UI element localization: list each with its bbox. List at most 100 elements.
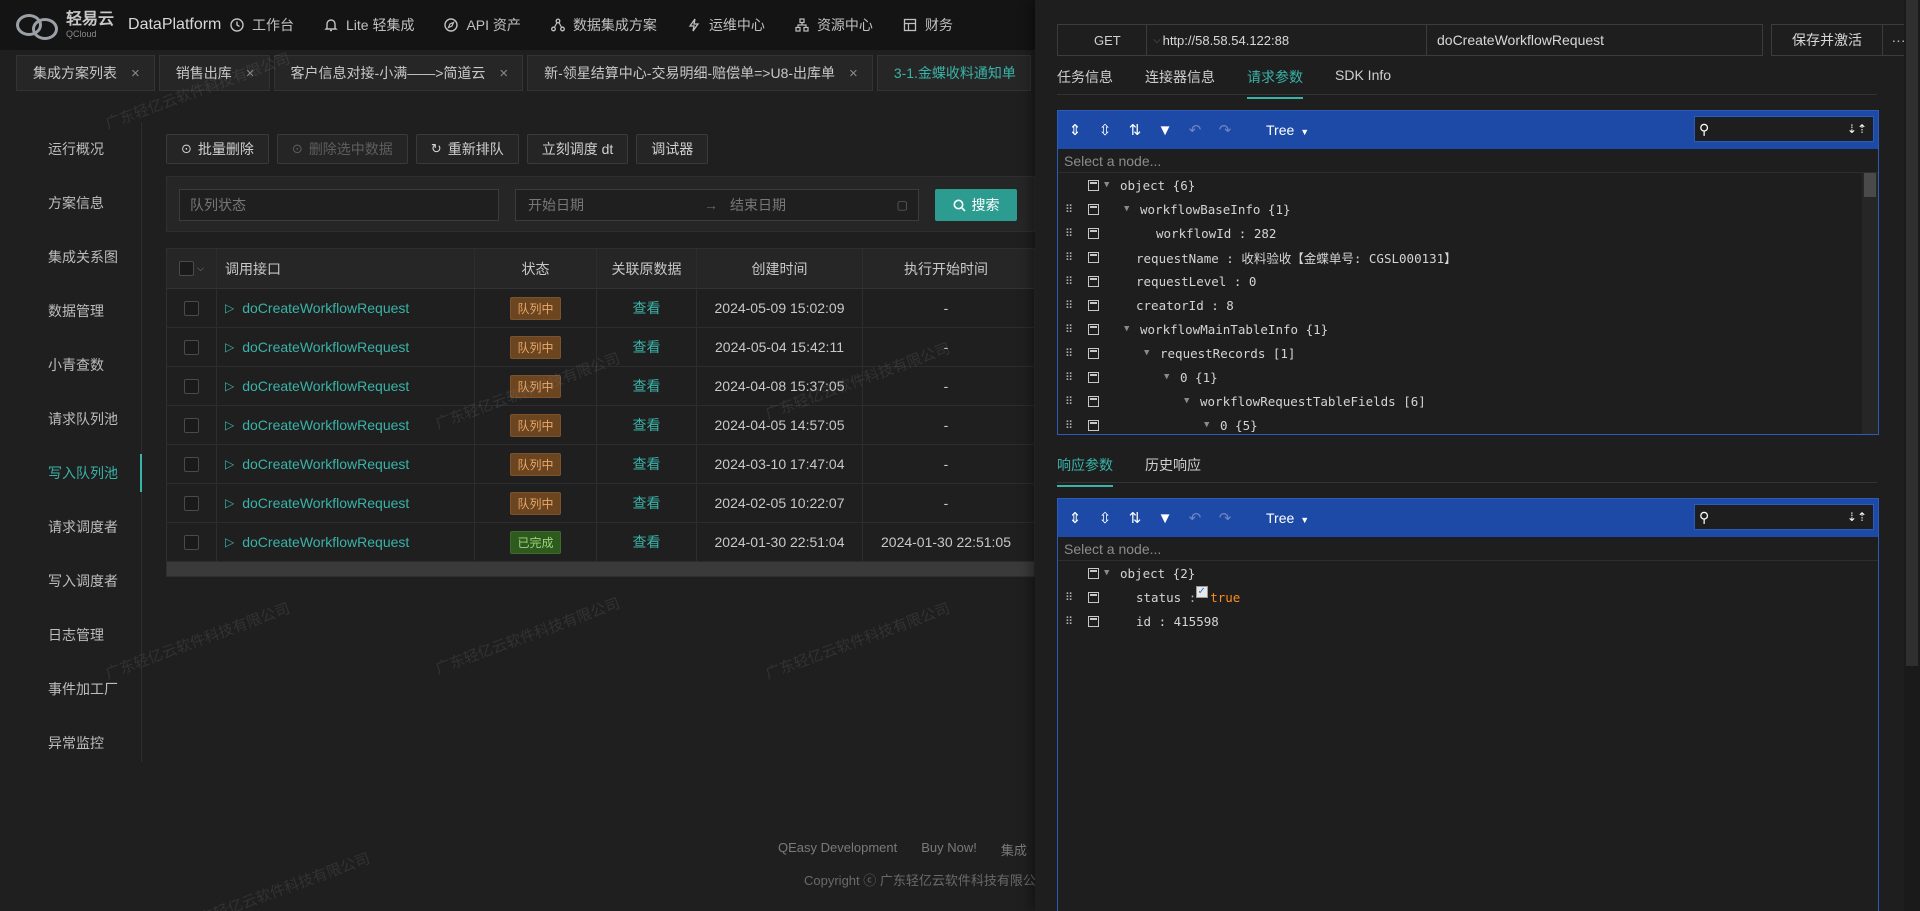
checkbox[interactable]: [179, 261, 195, 276]
checkbox[interactable]: [184, 534, 199, 550]
tree-node[interactable]: ⠿ workflowId : 282: [1058, 221, 1878, 245]
checkbox[interactable]: [184, 378, 199, 394]
context-menu-icon[interactable]: [1088, 615, 1099, 627]
sidebar-item-solution-info[interactable]: 方案信息: [28, 176, 141, 230]
http-method-select[interactable]: GET: [1057, 24, 1147, 56]
context-menu-icon[interactable]: [1088, 203, 1099, 215]
sort-icon[interactable]: ⇅: [1126, 509, 1144, 527]
expand-all-icon[interactable]: ⇕: [1066, 509, 1084, 527]
delete-selected-button[interactable]: ⊙ 删除选中数据: [276, 134, 408, 164]
tree-node[interactable]: ▼ object {6}: [1058, 173, 1878, 197]
sidebar-item-logs[interactable]: 日志管理: [28, 608, 141, 662]
checkbox[interactable]: [184, 495, 199, 511]
url-input[interactable]: ⌵ http://58.58.54.122:88: [1147, 24, 1427, 56]
tab-settlement[interactable]: 新-领星结算中心-交易明细-赔偿单=>U8-出库单 ×: [527, 55, 873, 91]
tab-solution-list[interactable]: 集成方案列表 ×: [16, 55, 155, 91]
sidebar-item-exception-monitor[interactable]: 异常监控: [28, 716, 141, 770]
api-link[interactable]: ▷ doCreateWorkflowRequest: [225, 300, 409, 316]
sidebar-item-query[interactable]: 小青查数: [28, 338, 141, 392]
sidebar-item-request-queue[interactable]: 请求队列池: [28, 392, 141, 446]
drag-handle-icon[interactable]: ⠿: [1065, 251, 1073, 264]
tree-node[interactable]: ⠿ ▼ requestRecords [1]: [1058, 341, 1878, 365]
context-menu-icon[interactable]: [1088, 323, 1099, 335]
sidebar-item-write-scheduler[interactable]: 写入调度者: [28, 554, 141, 608]
sidebar-item-overview[interactable]: 运行概况: [28, 122, 141, 176]
select-all-checkbox[interactable]: ⌵: [167, 249, 217, 288]
tree-node[interactable]: ⠿ ▼ workflowBaseInfo {1}: [1058, 197, 1878, 221]
drag-handle-icon[interactable]: ⠿: [1065, 371, 1073, 384]
tree-node[interactable]: ⠿ requestName : 收料验收【金蝶单号: CGSL000131】: [1058, 245, 1878, 269]
context-menu-icon[interactable]: [1088, 395, 1099, 407]
checkbox[interactable]: [184, 456, 199, 472]
sidebar-item-event-factory[interactable]: 事件加工厂: [28, 662, 141, 716]
redo-icon[interactable]: ↷: [1216, 121, 1234, 139]
collapse-all-icon[interactable]: ⇳: [1096, 509, 1114, 527]
view-link[interactable]: 查看: [633, 337, 661, 357]
drag-handle-icon[interactable]: ⠿: [1065, 203, 1073, 216]
api-link[interactable]: ▷ doCreateWorkflowRequest: [225, 534, 409, 550]
drag-handle-icon[interactable]: ⠿: [1065, 299, 1073, 312]
view-link[interactable]: 查看: [633, 376, 661, 396]
tab-receiving-notice[interactable]: 3-1.金蝶收料通知单: [876, 55, 1031, 91]
checkbox[interactable]: [184, 300, 199, 316]
tab-sales-outbound[interactable]: 销售出库 ×: [158, 55, 270, 91]
drag-handle-icon[interactable]: ⠿: [1065, 323, 1073, 336]
queue-status-select[interactable]: 队列状态: [179, 189, 499, 221]
expand-toggle-icon[interactable]: ▼: [1164, 372, 1169, 382]
api-link[interactable]: ▷ doCreateWorkflowRequest: [225, 495, 409, 511]
context-menu-icon[interactable]: [1088, 419, 1099, 431]
drag-handle-icon[interactable]: ⠿: [1065, 419, 1073, 432]
drag-handle-icon[interactable]: ⠿: [1065, 615, 1073, 628]
logo[interactable]: 轻易云 QCloud DataPlatform: [0, 8, 230, 42]
sidebar-item-relation-graph[interactable]: 集成关系图: [28, 230, 141, 284]
expand-toggle-icon[interactable]: ▼: [1204, 420, 1209, 430]
api-link[interactable]: ▷ doCreateWorkflowRequest: [225, 456, 409, 472]
footer-link[interactable]: QEasy Development: [778, 840, 897, 859]
dispatch-now-button[interactable]: 立刻调度 dt: [526, 134, 629, 164]
filter-icon[interactable]: ▼: [1156, 122, 1174, 139]
tree-node[interactable]: ▼ object {2}: [1058, 561, 1878, 585]
close-icon[interactable]: ×: [246, 65, 255, 82]
checkbox-icon[interactable]: [1196, 584, 1209, 598]
view-link[interactable]: 查看: [633, 454, 661, 474]
tree-node[interactable]: ⠿status :true: [1058, 584, 1878, 609]
close-icon[interactable]: ×: [499, 65, 508, 82]
tab-customer-sync[interactable]: 客户信息对接-小满——>简道云 ×: [273, 55, 524, 91]
tree-node[interactable]: ⠿ requestLevel : 0: [1058, 269, 1878, 293]
sidebar-item-data-management[interactable]: 数据管理: [28, 284, 141, 338]
view-link[interactable]: 查看: [633, 532, 661, 552]
redo-icon[interactable]: ↷: [1216, 509, 1234, 527]
mode-select[interactable]: Tree ▼: [1266, 122, 1309, 138]
drag-handle-icon[interactable]: ⠿: [1065, 347, 1073, 360]
search-button[interactable]: 搜索: [935, 189, 1017, 221]
tree-node[interactable]: ⠿ ▼ 0 {1}: [1058, 365, 1878, 389]
nav-item-api-assets[interactable]: API 资产: [444, 15, 521, 35]
save-activate-button[interactable]: 保存并激活: [1771, 24, 1883, 56]
start-date-input[interactable]: 开始日期: [528, 195, 704, 215]
tree-node[interactable]: ⠿ ▼ workflowMainTableInfo {1}: [1058, 317, 1878, 341]
sort-icon[interactable]: ⇅: [1126, 121, 1144, 139]
drawer-scrollbar[interactable]: [1904, 0, 1920, 911]
expand-toggle-icon[interactable]: ▼: [1104, 568, 1109, 578]
tree-node[interactable]: ⠿ id : 415598: [1058, 609, 1878, 633]
api-link[interactable]: ▷ doCreateWorkflowRequest: [225, 417, 409, 433]
nav-item-workbench[interactable]: 工作台: [230, 15, 294, 35]
sidebar-item-request-scheduler[interactable]: 请求调度者: [28, 500, 141, 554]
nav-item-solutions[interactable]: 数据集成方案: [550, 15, 657, 35]
tree-node[interactable]: ⠿ ▼ workflowRequestTableFields [6]: [1058, 389, 1878, 413]
search-nav-icon[interactable]: ⇣⇡: [1847, 510, 1867, 524]
tree-node[interactable]: ⠿ creatorId : 8: [1058, 293, 1878, 317]
context-menu-icon[interactable]: [1088, 347, 1099, 359]
expand-toggle-icon[interactable]: ▼: [1124, 204, 1129, 214]
end-date-input[interactable]: 结束日期: [730, 195, 786, 215]
search-nav-icon[interactable]: ⇣⇡: [1847, 122, 1867, 136]
sidebar-item-write-queue[interactable]: 写入队列池: [28, 446, 142, 500]
node-navigation[interactable]: Select a node...: [1058, 149, 1878, 173]
drag-handle-icon[interactable]: ⠿: [1065, 591, 1073, 604]
nav-item-finance[interactable]: 财务: [903, 15, 953, 35]
editor-search-input[interactable]: ⚲ ⇣⇡: [1694, 116, 1874, 142]
context-menu-icon[interactable]: [1088, 591, 1099, 603]
context-menu-icon[interactable]: [1088, 299, 1099, 311]
chevron-down-icon[interactable]: ⌵: [197, 263, 204, 274]
view-link[interactable]: 查看: [633, 415, 661, 435]
